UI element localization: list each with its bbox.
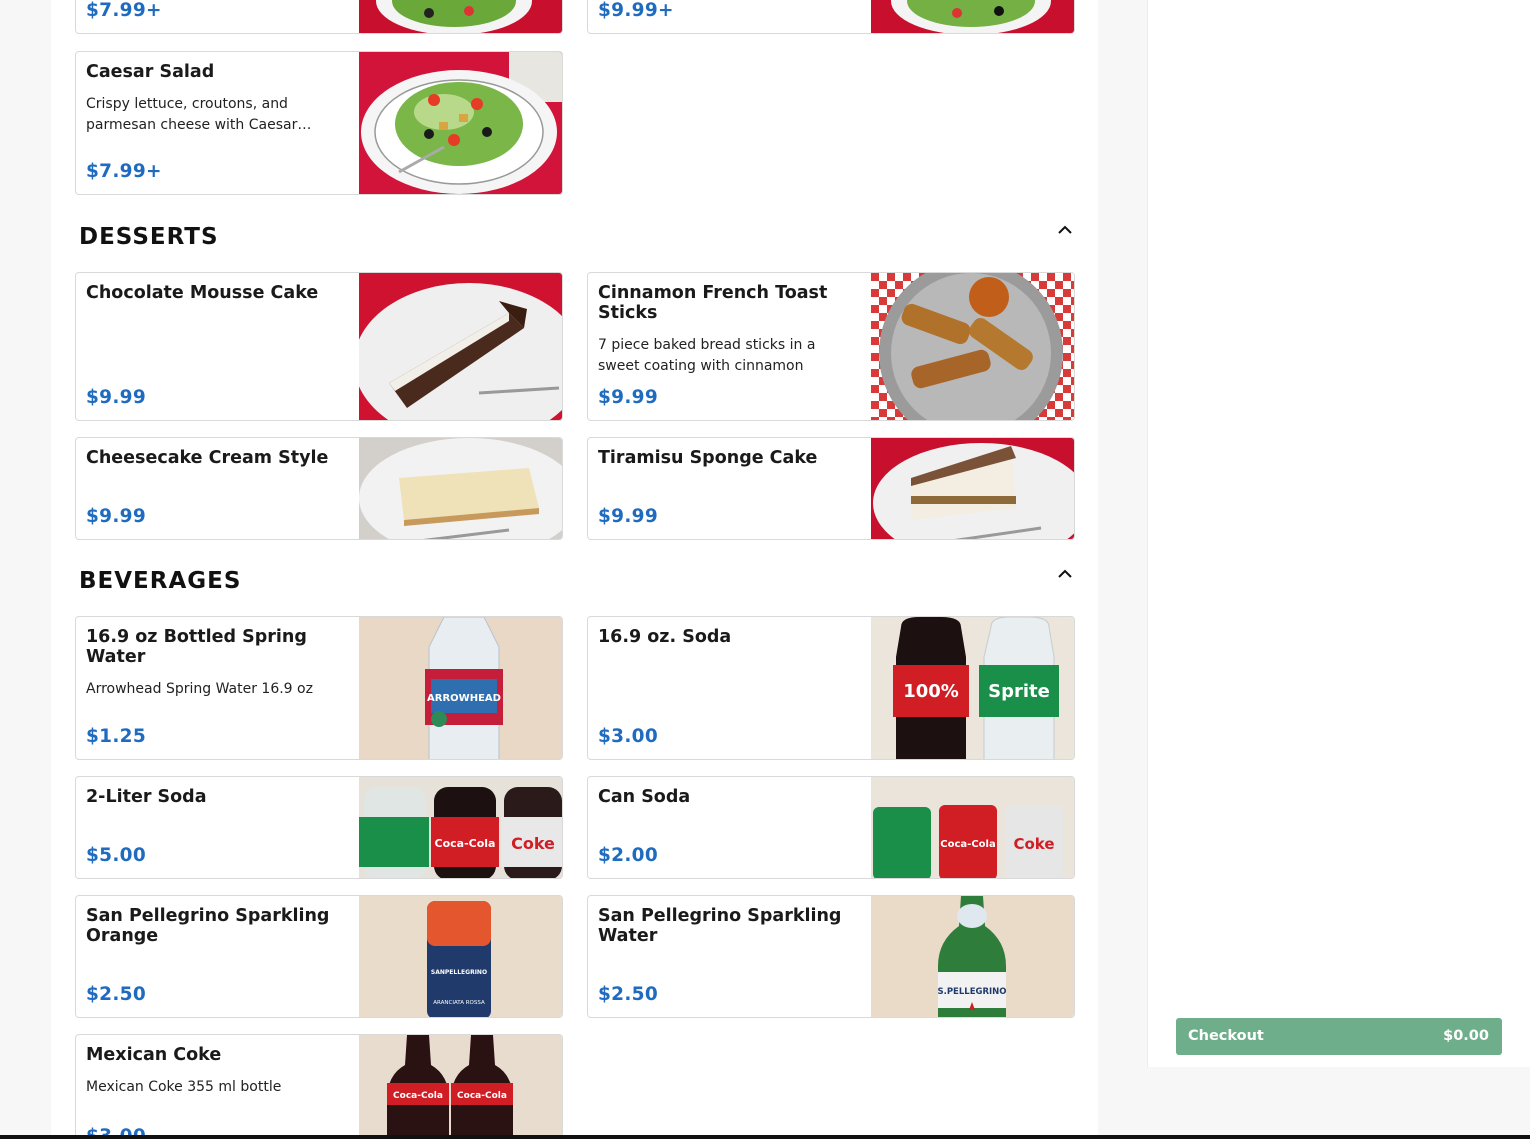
soda-label-text: 100%	[903, 681, 959, 702]
item-price: $1.25	[86, 726, 147, 747]
section-title-desserts: DESSERTS	[79, 224, 219, 250]
checkout-button[interactable]: Checkout $0.00	[1176, 1018, 1502, 1055]
item-price: $2.50	[86, 984, 147, 1005]
item-description: 7 piece baked bread sticks in a sweet co…	[598, 337, 816, 374]
menu-item-card[interactable]: Cinnamon French Toast Sticks 7 piece bak…	[587, 272, 1075, 421]
menu-item-card[interactable]: 2-Liter Soda $5.00 Coca-Cola Coke	[75, 776, 563, 879]
item-name: San Pellegrino Sparkling Water	[598, 906, 842, 946]
menu-item-card[interactable]: San Pellegrino Sparkling Water $2.50 S.P…	[587, 895, 1075, 1018]
menu-item-card[interactable]: Caesar Salad Crispy lettuce, croutons, a…	[75, 51, 563, 195]
coca-label-text: Coca-Cola	[435, 837, 496, 850]
menu-item-card[interactable]: 16.9 oz. Soda $3.00 100% Sprite	[587, 616, 1075, 760]
item-photo: 100% Sprite	[871, 617, 1074, 759]
item-name: 2-Liter Soda	[86, 787, 207, 807]
menu-item-card[interactable]: 16.9 oz Bottled Spring Water Arrowhead S…	[75, 616, 563, 760]
item-name: Mexican Coke	[86, 1045, 222, 1065]
item-name: Can Soda	[598, 787, 691, 807]
item-price: $7.99+	[86, 0, 162, 21]
menu-item-card[interactable]: Chocolate Mousse Cake $9.99	[75, 272, 563, 421]
item-price: $9.99	[598, 506, 659, 527]
mexican-coke-label-1: Coca-Cola	[393, 1091, 443, 1101]
item-photo: Coca-Cola Coke	[871, 777, 1074, 878]
chevron-up-icon[interactable]	[1056, 221, 1074, 239]
menu-item-card[interactable]: $7.99+	[75, 0, 563, 34]
window-bottom-edge	[0, 1135, 1530, 1139]
water-label-text: ARROWHEAD	[427, 693, 501, 704]
item-description: Arrowhead Spring Water 16.9 oz	[86, 681, 313, 697]
item-photo	[359, 0, 562, 33]
chevron-up-icon[interactable]	[1056, 565, 1074, 583]
item-photo	[871, 0, 1074, 33]
item-price: $9.99	[598, 387, 659, 408]
coke-label-text: Coke	[511, 834, 555, 853]
checkout-label: Checkout	[1188, 1028, 1264, 1044]
item-price: $7.99+	[86, 161, 162, 182]
menu-item-card[interactable]: San Pellegrino Sparkling Orange $2.50 SA…	[75, 895, 563, 1018]
item-name: 16.9 oz. Soda	[598, 627, 732, 647]
can-coke-label-text: Coke	[1013, 835, 1054, 853]
cart-panel	[1147, 0, 1530, 1067]
item-price: $5.00	[86, 845, 147, 866]
item-name: Tiramisu Sponge Cake	[598, 448, 818, 468]
section-title-beverages: BEVERAGES	[79, 568, 242, 594]
menu-item-card[interactable]: Mexican Coke Mexican Coke 355 ml bottle …	[75, 1034, 563, 1139]
item-name: Cinnamon French Toast Sticks	[598, 283, 828, 323]
menu-item-card[interactable]: Cheesecake Cream Style $9.99	[75, 437, 563, 540]
aranciata-label-text: ARANCIATA ROSSA	[433, 1000, 485, 1006]
item-price: $2.00	[598, 845, 659, 866]
item-price: $9.99+	[598, 0, 674, 21]
item-photo	[359, 438, 562, 539]
mexican-coke-label-2: Coca-Cola	[457, 1091, 507, 1101]
pellegrino-label-text: SANPELLEGRINO	[431, 969, 487, 976]
item-photo	[359, 52, 562, 194]
item-photo	[871, 438, 1074, 539]
item-photo: SANPELLEGRINO ARANCIATA ROSSA	[359, 896, 562, 1017]
item-price: $9.99	[86, 506, 147, 527]
item-photo: ARROWHEAD	[359, 617, 562, 759]
item-photo: Coca-Cola Coke	[359, 777, 562, 878]
item-name: San Pellegrino Sparkling Orange	[86, 906, 330, 946]
item-photo	[871, 273, 1074, 420]
item-name: 16.9 oz Bottled Spring Water	[86, 627, 307, 667]
item-photo: S.PELLEGRINO	[871, 896, 1074, 1017]
item-name: Cheesecake Cream Style	[86, 448, 329, 468]
menu-item-card[interactable]: Tiramisu Sponge Cake $9.99	[587, 437, 1075, 540]
item-name: Chocolate Mousse Cake	[86, 283, 319, 303]
menu-item-card[interactable]: $9.99+	[587, 0, 1075, 34]
item-price: $2.50	[598, 984, 659, 1005]
spellegrino-label-text: S.PELLEGRINO	[937, 987, 1006, 997]
item-photo: Coca-Cola Coca-Cola	[359, 1035, 562, 1139]
checkout-total: $0.00	[1443, 1028, 1489, 1044]
can-coca-label-text: Coca-Cola	[940, 839, 995, 850]
item-photo	[359, 273, 562, 420]
sprite-label-text: Sprite	[988, 681, 1050, 702]
item-description: Mexican Coke 355 ml bottle	[86, 1079, 282, 1095]
item-description: Crispy lettuce, croutons, and parmesan c…	[86, 96, 312, 133]
item-name: Caesar Salad	[86, 62, 215, 82]
item-price: $3.00	[598, 726, 659, 747]
menu-item-card[interactable]: Can Soda $2.00 Coca-Cola Coke	[587, 776, 1075, 879]
item-price: $9.99	[86, 387, 147, 408]
